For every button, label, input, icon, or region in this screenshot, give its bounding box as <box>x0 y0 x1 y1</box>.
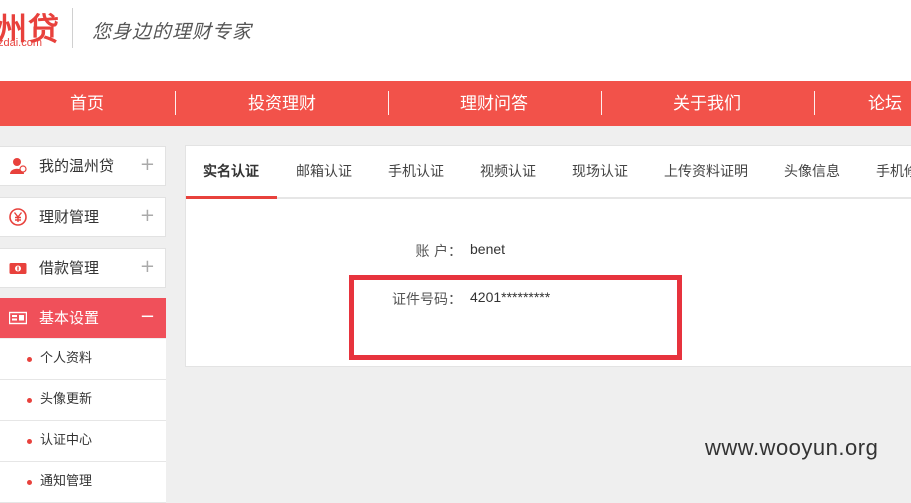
user-icon <box>10 158 27 174</box>
site-slogan: 您身边的理财专家 <box>92 21 253 43</box>
nav-item-qa[interactable]: 理财问答 <box>404 81 584 126</box>
sidebar-item-label: 基本设置 <box>39 309 100 327</box>
bullet-icon <box>27 357 32 362</box>
highlight-annotation-box <box>349 275 682 360</box>
expand-icon[interactable]: + <box>140 249 155 285</box>
tab-avatar-info[interactable]: 头像信息 <box>784 146 840 197</box>
sidebar-item-my-account[interactable]: 我的温州贷 + <box>0 146 166 186</box>
expand-icon[interactable]: + <box>140 198 155 234</box>
main-nav: 首页 投资理财 理财问答 关于我们 论坛 <box>0 81 911 126</box>
bullet-icon <box>27 480 32 485</box>
sidebar-item-label: 借款管理 <box>39 259 100 277</box>
bullet-icon <box>27 439 32 444</box>
account-value: benet <box>470 241 506 257</box>
site-header: 州贷 zdai.com 您身边的理财专家 <box>0 0 911 81</box>
sidebar-subitem-label: 认证中心 <box>40 433 93 448</box>
sidebar-subitem-profile[interactable]: 个人资料 <box>0 339 166 380</box>
money-icon <box>9 263 27 274</box>
watermark-text: www.wooyun.org <box>705 435 879 460</box>
site-logo-domain: zdai.com <box>0 37 43 49</box>
expand-icon[interactable]: + <box>140 147 155 183</box>
active-tab-indicator <box>186 196 277 199</box>
sidebar-subitem-label: 通知管理 <box>40 474 93 489</box>
sidebar-subitem-verification[interactable]: 认证中心 <box>0 421 166 462</box>
sidebar-item-label: 我的温州贷 <box>39 157 115 175</box>
verification-tabs: 实名认证 邮箱认证 手机认证 视频认证 现场认证 上传资料证明 头像信息 手机修… <box>186 146 911 199</box>
tab-upload-docs[interactable]: 上传资料证明 <box>664 146 748 197</box>
tab-onsite[interactable]: 现场认证 <box>572 146 628 197</box>
tab-phone-change[interactable]: 手机修改 <box>876 146 911 197</box>
sidebar-item-settings[interactable]: 基本设置 − <box>0 298 166 338</box>
tab-real-name[interactable]: 实名认证 <box>203 146 259 197</box>
nav-item-invest[interactable]: 投资理财 <box>192 81 372 126</box>
sidebar-subitem-notifications[interactable]: 通知管理 <box>0 462 166 503</box>
sidebar-item-label: 理财管理 <box>39 208 100 226</box>
nav-item-forum[interactable]: 论坛 <box>795 81 911 126</box>
tab-phone[interactable]: 手机认证 <box>388 146 444 197</box>
nav-item-about[interactable]: 关于我们 <box>617 81 797 126</box>
collapse-icon[interactable]: − <box>140 299 155 335</box>
sidebar-item-finance[interactable]: 理财管理 + <box>0 197 166 237</box>
bullet-icon <box>27 398 32 403</box>
nav-item-home[interactable]: 首页 <box>0 81 177 126</box>
nav-separator <box>388 91 389 115</box>
settings-card-icon <box>9 311 27 325</box>
logo-divider <box>72 8 73 48</box>
tab-email[interactable]: 邮箱认证 <box>296 146 352 197</box>
sidebar-item-loans[interactable]: 借款管理 + <box>0 248 166 288</box>
nav-separator <box>601 91 602 115</box>
sidebar-subitem-avatar[interactable]: 头像更新 <box>0 380 166 421</box>
account-label: 账 户： <box>415 244 462 260</box>
sidebar-subitem-label: 个人资料 <box>40 351 93 366</box>
yen-icon <box>9 208 27 226</box>
nav-separator <box>175 91 176 115</box>
tab-video[interactable]: 视频认证 <box>480 146 536 197</box>
sidebar-subitem-label: 头像更新 <box>40 392 93 407</box>
